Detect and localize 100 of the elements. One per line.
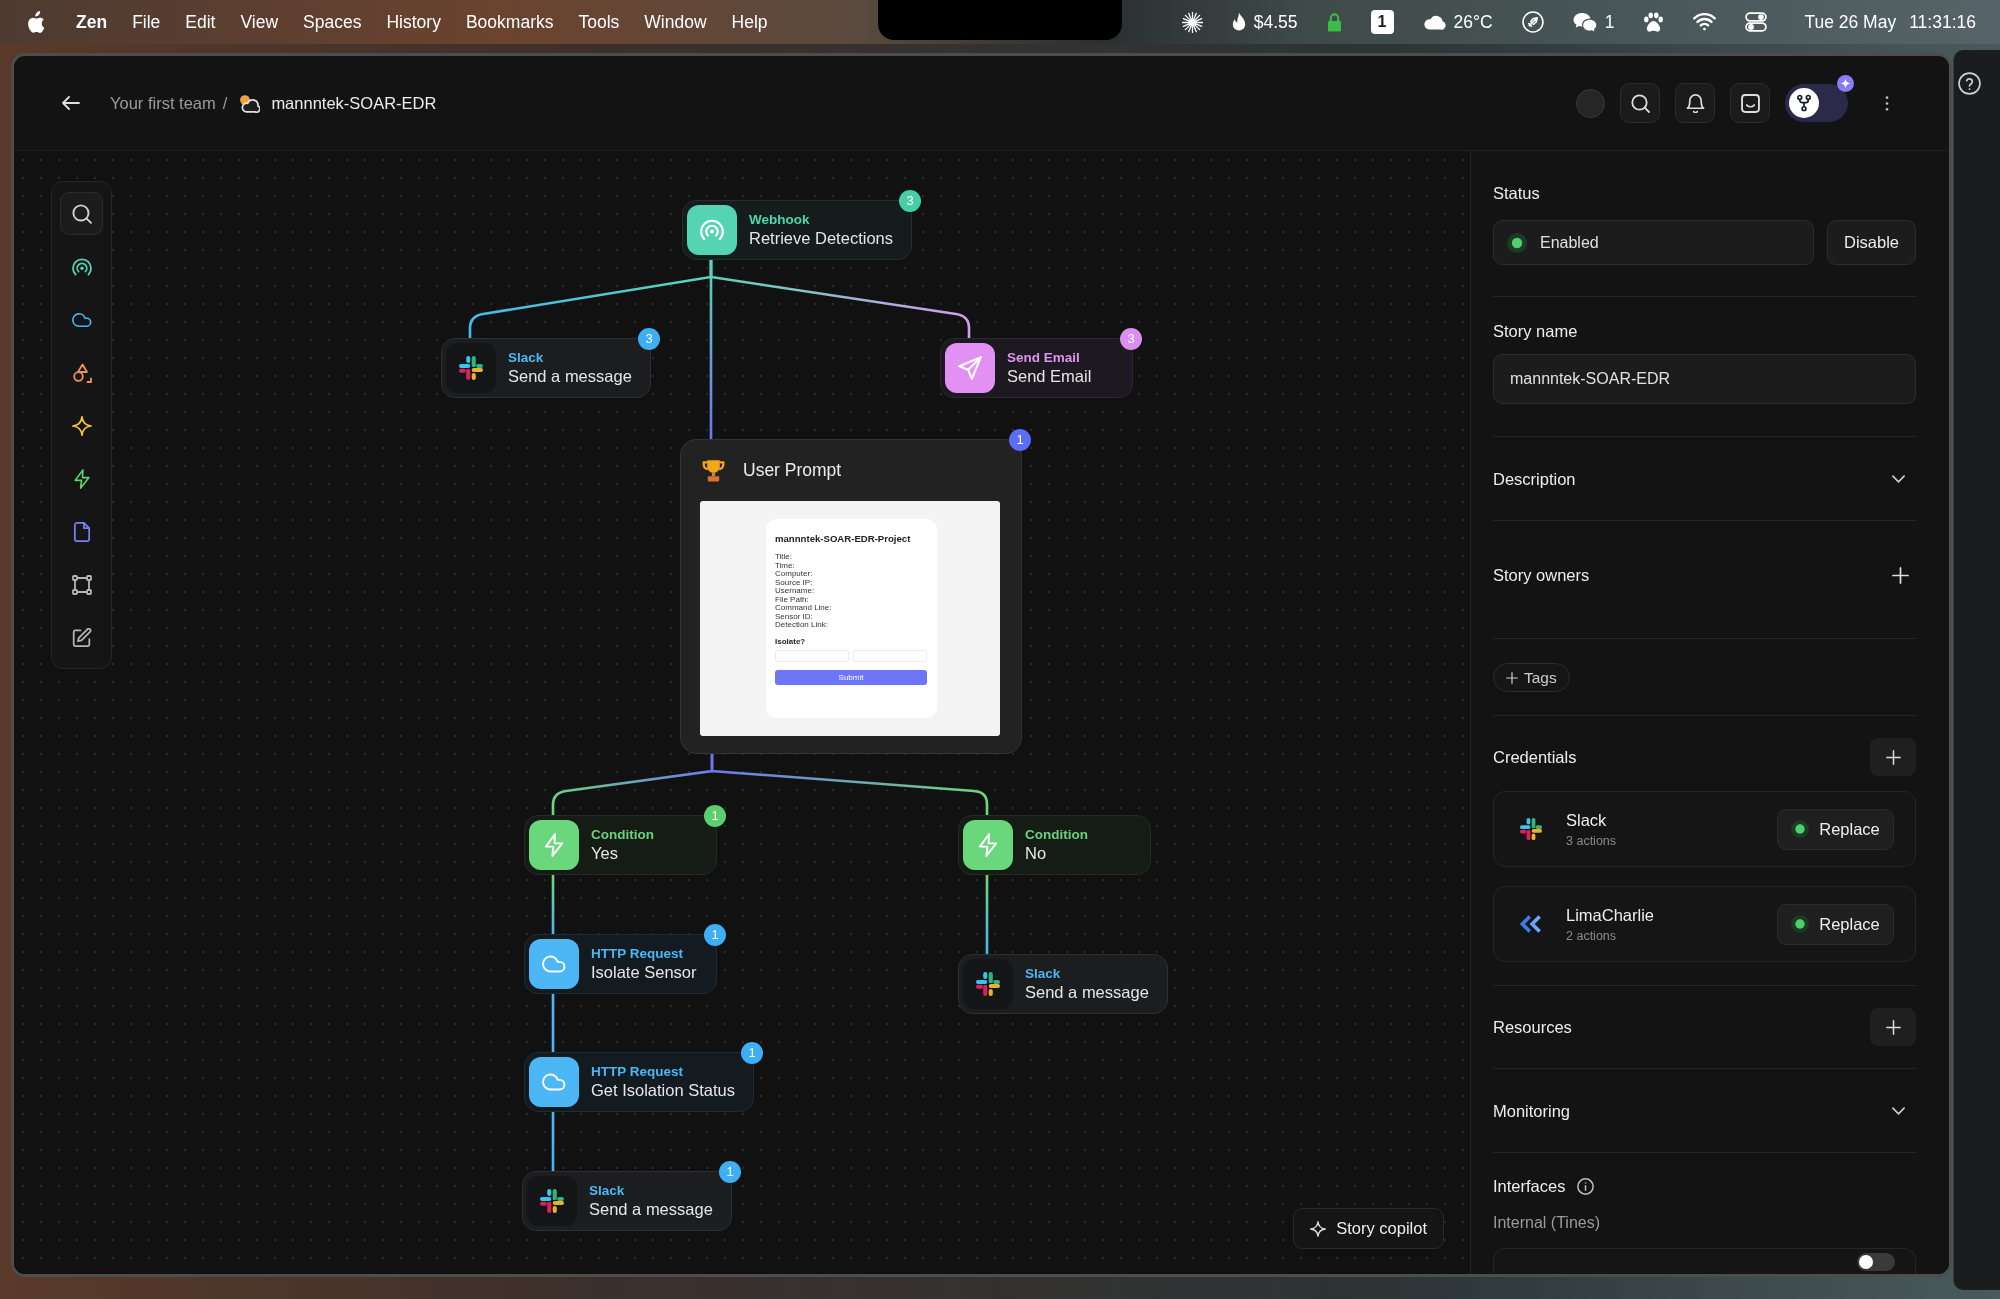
count-badge: 1 <box>741 1042 763 1064</box>
credential-detail: 2 actions <box>1566 928 1618 944</box>
menu-item[interactable]: Edit <box>185 8 216 36</box>
plus-icon <box>1885 749 1901 765</box>
menu-item[interactable]: Help <box>731 8 768 36</box>
menu-item[interactable]: View <box>240 8 279 36</box>
count-badge: 3 <box>638 328 660 350</box>
form-field-label: Sensor ID: <box>775 612 813 621</box>
search-button[interactable] <box>1620 83 1660 123</box>
replace-button[interactable]: Replace <box>1777 808 1894 850</box>
chevron-icon[interactable] <box>1892 1106 1905 1115</box>
trophy-icon <box>702 458 725 482</box>
lock-icon[interactable] <box>1326 12 1342 32</box>
story-name-input[interactable]: mannntek-SOAR-EDR <box>1493 354 1916 404</box>
document-icon[interactable] <box>71 521 92 542</box>
cloud-icon <box>529 939 579 989</box>
help-icon[interactable] <box>1958 72 1981 95</box>
story-copilot-button[interactable]: Story copilot <box>1293 1208 1444 1249</box>
sparkle-icon <box>1837 75 1854 92</box>
connector-line <box>551 994 555 1052</box>
node-type-label: HTTP Request <box>591 946 684 962</box>
toggles-icon[interactable] <box>1745 12 1768 32</box>
node-title: User Prompt <box>743 458 842 482</box>
starburst-icon[interactable] <box>1181 11 1203 33</box>
apple-icon[interactable] <box>26 10 45 34</box>
edit-icon[interactable] <box>71 627 92 648</box>
chevrons-logo-icon <box>1520 913 1542 935</box>
sparkle-icon <box>1310 1220 1327 1237</box>
status-text[interactable]: $4.55 <box>1253 8 1298 36</box>
chevron-icon[interactable] <box>1892 474 1905 483</box>
breadcrumb-link[interactable]: Your first team <box>110 90 216 116</box>
cloud-icon <box>529 1057 579 1107</box>
rocket-icon[interactable] <box>1521 11 1544 33</box>
form-field-label: Detection Link: <box>775 621 828 630</box>
menu-item[interactable]: File <box>132 8 161 36</box>
section-title: Status <box>1493 183 1541 203</box>
node-title: Get Isolation Status <box>591 1080 735 1100</box>
count-badge: 1 <box>704 924 726 946</box>
sparkle-icon[interactable] <box>71 415 92 436</box>
plus-icon[interactable] <box>1892 566 1909 584</box>
credential-detail: 3 actions <box>1566 833 1617 849</box>
node-type-label: Send Email <box>1007 350 1081 366</box>
tags-button[interactable]: Tags <box>1493 663 1570 692</box>
flame-icon[interactable] <box>1231 12 1246 32</box>
menu-item[interactable]: Spaces <box>303 8 362 36</box>
date-text[interactable]: Tue 26 May <box>1804 8 1897 36</box>
lightning-icon <box>529 820 579 870</box>
node-title: Isolate Sensor <box>591 962 697 982</box>
count-badge: 3 <box>1120 328 1142 350</box>
form-field-label: Source IP: <box>775 578 813 587</box>
replace-button[interactable]: Replace <box>1777 903 1894 945</box>
cloud-sun-icon <box>239 93 261 113</box>
node-type-label: Condition <box>591 827 654 843</box>
status-text[interactable]: 1 <box>1604 8 1615 36</box>
inbox-button[interactable] <box>1730 83 1770 123</box>
submit-button[interactable]: Submit <box>775 669 927 685</box>
radar-icon <box>687 205 737 255</box>
form-field-label: Time: <box>775 561 795 570</box>
menu-item[interactable]: History <box>386 8 441 36</box>
disable-button[interactable]: Disable <box>1827 220 1916 265</box>
info-icon[interactable] <box>1577 1177 1595 1195</box>
app-logo-icon <box>527 1176 577 1226</box>
workflow-node[interactable]: Condition No <box>958 815 1151 875</box>
menu-item[interactable]: Bookmarks <box>465 8 554 36</box>
app-menu[interactable]: Zen <box>76 8 108 36</box>
nodes-icon[interactable] <box>71 574 92 595</box>
cloud-icon[interactable] <box>1422 14 1446 30</box>
node-type-label: Condition <box>1025 827 1088 843</box>
section-title: Credentials <box>1493 747 1577 767</box>
section-title: Description <box>1493 468 1576 489</box>
back-arrow-icon[interactable] <box>62 96 80 110</box>
count-badge: 1 <box>704 805 726 827</box>
workflow-node[interactable]: Slack Send a message <box>958 954 1168 1014</box>
toggle-switch[interactable] <box>1857 1253 1895 1271</box>
more-options-icon[interactable] <box>1885 95 1889 111</box>
radar-icon[interactable] <box>71 256 92 277</box>
paper-plane-icon <box>945 343 995 393</box>
time-text[interactable]: 11:31:16 <box>1909 8 1976 36</box>
counter-badge[interactable]: 1 <box>1370 10 1394 34</box>
wifi-icon[interactable] <box>1693 13 1717 31</box>
section-title: Story name <box>1493 321 1579 341</box>
node-title: Retrieve Detections <box>749 228 893 248</box>
search-icon <box>71 203 92 224</box>
search-button[interactable] <box>60 192 103 235</box>
node-title: Yes <box>591 843 619 863</box>
notifications-button[interactable] <box>1675 83 1715 123</box>
form-field-label: Username: <box>775 587 815 596</box>
shapes-icon[interactable] <box>71 362 92 383</box>
app-logo-icon <box>1520 818 1542 840</box>
mode-switch[interactable] <box>1785 84 1848 122</box>
node-type-label: Slack <box>508 350 545 366</box>
chat-bubbles-icon[interactable] <box>1572 11 1597 33</box>
paw-icon[interactable] <box>1643 11 1665 33</box>
form-field-label: File Path: <box>775 595 809 604</box>
status-text[interactable]: 26°C <box>1453 8 1493 36</box>
lightning-icon[interactable] <box>71 468 92 489</box>
menu-item[interactable]: Tools <box>578 8 620 36</box>
branch-icon <box>1789 88 1819 118</box>
menu-item[interactable]: Window <box>644 8 707 36</box>
count-badge: 3 <box>899 190 921 212</box>
